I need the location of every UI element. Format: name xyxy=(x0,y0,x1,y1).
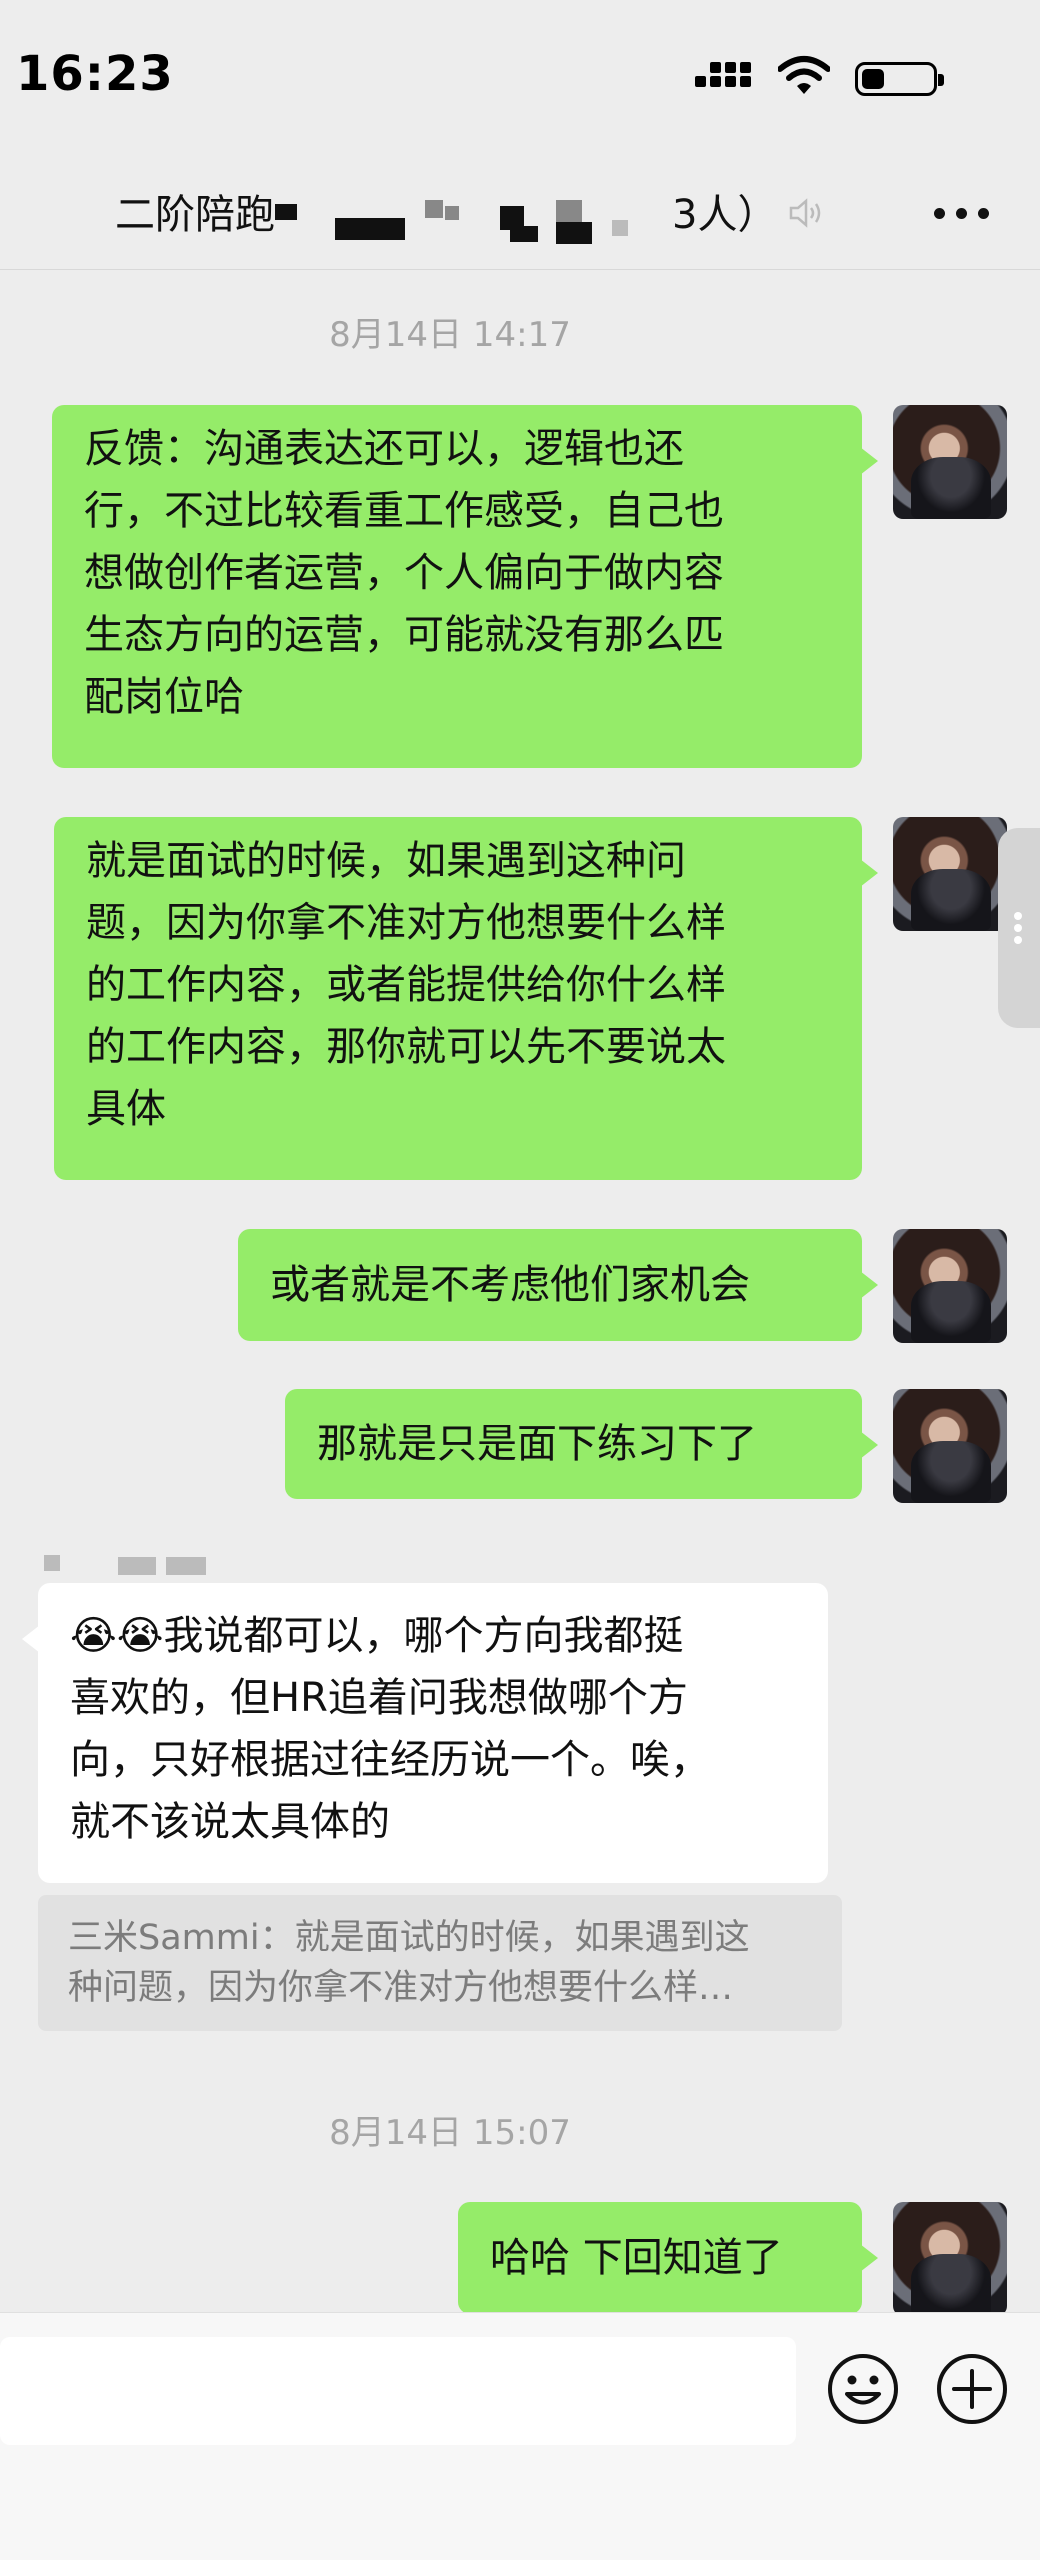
message-bubble[interactable]: 就是面试的时候，如果遇到这种问 题，因为你拿不准对方他想要什么样 的工作内容，或… xyxy=(54,817,878,1180)
redacted-name xyxy=(556,200,582,222)
redacted-name xyxy=(612,220,628,236)
avatar[interactable] xyxy=(893,1229,1007,1343)
timestamp: 8月14日 14:17 xyxy=(329,315,571,355)
member-count: 3人） xyxy=(672,192,778,238)
battery-icon xyxy=(855,62,944,96)
redacted-name xyxy=(556,222,592,244)
mute-icon xyxy=(789,198,821,228)
sender-name xyxy=(38,1555,218,1577)
avatar[interactable] xyxy=(893,405,1007,519)
message-bubble-incoming[interactable]: 😭😭我说都可以，哪个方向我都挺 喜欢的，但HR追着问我想做哪个方 向，只好根据过… xyxy=(22,1583,828,1883)
redacted-name xyxy=(275,204,297,220)
message-input[interactable] xyxy=(0,2337,796,2445)
more-icon[interactable] xyxy=(934,208,990,222)
chat-screen: 16:23 二阶陪跑 3人） 8月14日 14:17 反馈：沟通表达还可以，逻辑… xyxy=(0,0,1040,2560)
avatar[interactable] xyxy=(893,817,1007,931)
wifi-icon xyxy=(778,56,830,94)
signal-icon xyxy=(695,56,757,96)
chat-header: 二阶陪跑 3人） xyxy=(0,160,1040,270)
redacted-name xyxy=(510,226,538,242)
avatar[interactable] xyxy=(893,2202,1007,2316)
scroll-handle[interactable] xyxy=(998,828,1040,1028)
input-bar xyxy=(0,2312,1040,2560)
status-time: 16:23 xyxy=(16,46,174,102)
quoted-message[interactable]: 三米Sammi：就是面试的时候，如果遇到这 种问题，因为你拿不准对方他想要什么样… xyxy=(38,1895,842,2031)
status-bar: 16:23 xyxy=(0,0,1040,160)
redacted-name xyxy=(445,206,459,220)
message-bubble[interactable]: 哈哈 下回知道了 xyxy=(458,2202,878,2314)
message-bubble[interactable]: 那就是只是面下练习下了 xyxy=(285,1389,878,1499)
message-bubble[interactable]: 反馈：沟通表达还可以，逻辑也还 行，不过比较看重工作感受，自己也 想做创作者运营… xyxy=(52,405,878,768)
redacted-name xyxy=(425,200,443,218)
message-bubble[interactable]: 或者就是不考虑他们家机会 xyxy=(238,1229,878,1341)
timestamp: 8月14日 15:07 xyxy=(329,2113,571,2153)
plus-icon[interactable] xyxy=(934,2351,1010,2427)
redacted-name xyxy=(335,218,405,240)
emoji-icon[interactable] xyxy=(825,2351,901,2427)
chat-title[interactable]: 二阶陪跑 xyxy=(115,182,275,240)
avatar[interactable] xyxy=(893,1389,1007,1503)
